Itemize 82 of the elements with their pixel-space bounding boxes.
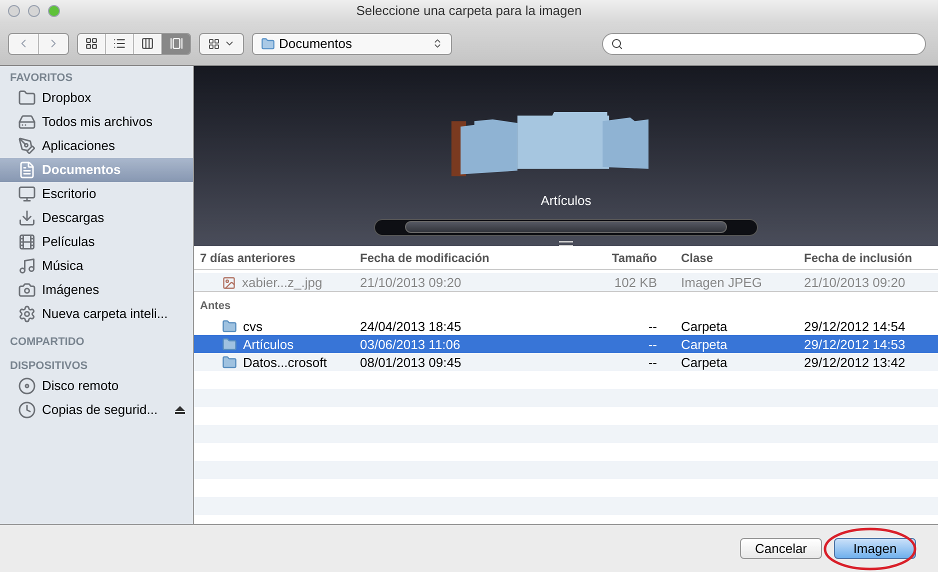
dialog-button[interactable]: Cancelar: [740, 538, 822, 559]
file-name: Artículos: [243, 336, 294, 354]
added-date: 29/12/2012 14:53: [803, 336, 906, 354]
camera-icon: [18, 281, 36, 299]
sidebar-heading: FAVORITOS: [9, 71, 74, 86]
file-name: cvs: [243, 318, 262, 336]
arrange-button[interactable]: [199, 32, 244, 54]
clock-icon: [18, 401, 36, 419]
sidebar-item[interactable]: Copias de segurid...: [0, 398, 193, 422]
file-kind: Carpeta: [680, 354, 728, 372]
search-field[interactable]: [602, 32, 926, 54]
grid-icon: [208, 38, 220, 50]
folder-icon: [222, 355, 237, 370]
group-heading: Antes: [200, 298, 231, 314]
disc-icon: [18, 377, 36, 395]
file-row[interactable]: Artículos 03/06/2013 11:06 -- Carpeta 29/12/2012 14:53: [194, 335, 938, 353]
folder-icon: [261, 36, 275, 50]
window-control[interactable]: [48, 5, 60, 17]
monitor-icon: [18, 185, 36, 203]
sidebar-item[interactable]: Escritorio: [0, 182, 193, 206]
sidebar-item[interactable]: Descargas: [0, 206, 193, 230]
cover-caption: Artículos: [540, 192, 592, 210]
file-kind: Carpeta: [680, 336, 728, 354]
search-icon: [611, 38, 623, 50]
dialog-button[interactable]: Imagen: [834, 538, 916, 559]
location-dropdown[interactable]: Documentos: [252, 32, 452, 54]
modified-date: 21/10/2013 09:20: [360, 274, 462, 292]
file-size: --: [647, 354, 658, 372]
view-button[interactable]: [78, 34, 106, 54]
scroll-thumb[interactable]: [405, 221, 727, 234]
columns-icon: [141, 37, 154, 50]
sidebar-heading: COMPARTIDO: [9, 335, 86, 350]
folder-icon: [222, 319, 237, 334]
file-size: --: [647, 336, 658, 354]
file-size: --: [647, 318, 658, 336]
column-header[interactable]: Tamaño: [593, 248, 673, 266]
modified-date: 03/06/2013 11:06: [360, 336, 462, 354]
sidebar-item[interactable]: Dropbox: [0, 86, 193, 110]
sidebar-item[interactable]: Imágenes: [0, 278, 193, 302]
modified-date: 08/01/2013 09:45: [360, 354, 462, 372]
image-file-icon: [222, 276, 236, 290]
film-icon: [18, 233, 36, 251]
sidebar-item[interactable]: Música: [0, 254, 193, 278]
gear-icon: [18, 305, 36, 323]
column-header[interactable]: 7 días anteriores: [200, 248, 360, 266]
file-size: 102 KB: [613, 274, 658, 292]
pen-icon: [18, 137, 36, 155]
added-date: 21/10/2013 09:20: [803, 274, 906, 292]
sidebar-item[interactable]: Disco remoto: [0, 374, 193, 398]
file-row[interactable]: Datos...crosoft 08/01/2013 09:45 -- Carpeta 29/12/2012 13:42: [194, 353, 938, 371]
file-name: xabier...z_.jpg: [242, 274, 322, 292]
sidebar-heading: DISPOSITIVOS: [9, 359, 89, 374]
modified-date: 24/04/2013 18:45: [360, 318, 462, 336]
view-button[interactable]: [106, 34, 134, 54]
folder-icon: [18, 89, 36, 107]
window-control[interactable]: [28, 5, 40, 17]
column-header[interactable]: Clase: [673, 248, 798, 266]
added-date: 29/12/2012 13:42: [803, 354, 906, 372]
eject-icon[interactable]: [175, 406, 185, 414]
drive-icon: [18, 113, 36, 131]
window-control[interactable]: [8, 5, 20, 17]
sidebar-item[interactable]: Todos mis archivos: [0, 110, 193, 134]
window-title: Seleccione una carpeta para la imagen: [356, 2, 582, 20]
column-header[interactable]: Fecha de modificación: [360, 248, 593, 266]
resize-handle-icon[interactable]: [559, 240, 573, 246]
gallery-icon: [170, 37, 182, 50]
sidebar-item[interactable]: Nueva carpeta inteli...: [0, 302, 193, 326]
view-button[interactable]: [134, 34, 162, 54]
file-kind: Imagen JPEG: [680, 274, 763, 292]
sidebar-item[interactable]: Aplicaciones: [0, 134, 193, 158]
download-icon: [18, 209, 36, 227]
column-header[interactable]: Fecha de inclusión: [798, 248, 932, 266]
grid-icon: [85, 37, 98, 50]
music-icon: [18, 257, 36, 275]
folder-icon: [222, 337, 237, 352]
document-icon: [18, 161, 36, 179]
added-date: 29/12/2012 14:54: [803, 318, 906, 336]
file-name: Datos...crosoft: [243, 354, 327, 372]
sidebar-item[interactable]: Películas: [0, 230, 193, 254]
file-kind: Carpeta: [680, 318, 728, 336]
list-icon: [113, 37, 126, 50]
stepper-icon: [432, 38, 443, 49]
